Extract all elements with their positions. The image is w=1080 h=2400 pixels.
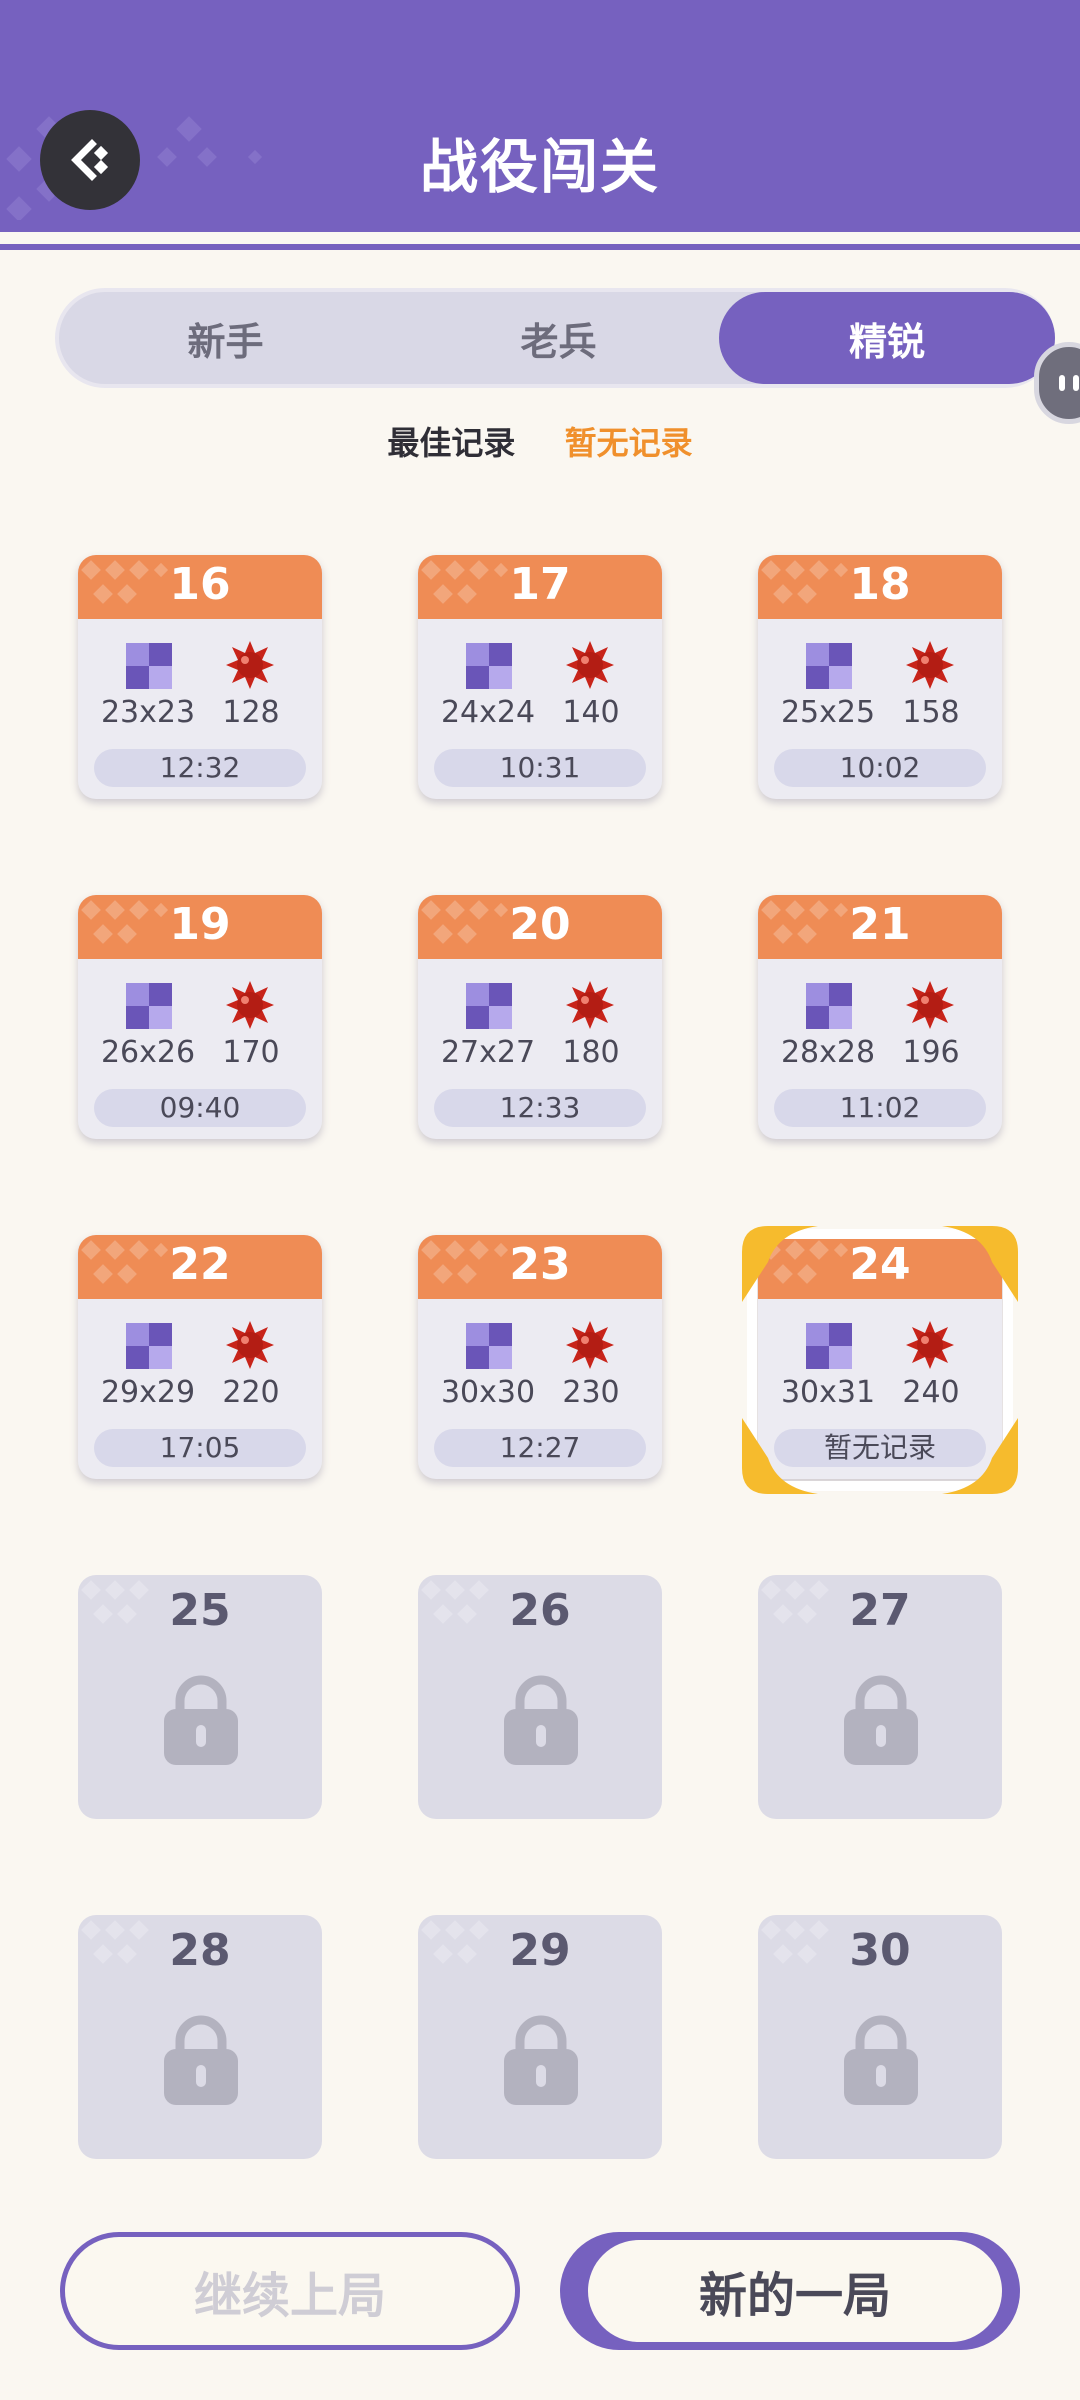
mine-count: 220 xyxy=(222,1375,280,1410)
locked-level-card-27[interactable]: 27 xyxy=(758,1575,1002,1819)
level-card-16[interactable]: 16 23x23 128 12:32 xyxy=(78,555,322,799)
best-time: 10:02 xyxy=(774,749,986,787)
mine-count: 140 xyxy=(562,695,620,730)
level-card-20[interactable]: 20 27x27 180 12:33 xyxy=(418,895,662,1139)
floating-handle[interactable] xyxy=(1034,342,1080,424)
best-record-label: 最佳记录 xyxy=(387,424,516,462)
grid-icon xyxy=(466,1323,512,1369)
mine-icon xyxy=(566,641,614,689)
level-card-17[interactable]: 17 24x24 140 10:31 xyxy=(418,555,662,799)
mine-icon xyxy=(906,981,954,1029)
level-number: 26 xyxy=(509,1585,571,1636)
lock-icon xyxy=(504,2015,578,2105)
best-time: 17:05 xyxy=(94,1429,306,1467)
lock-icon xyxy=(504,1675,578,1765)
locked-level-card-28[interactable]: 28 xyxy=(78,1915,322,2159)
mine-count: 180 xyxy=(562,1035,620,1070)
lock-icon xyxy=(844,1675,918,1765)
level-number: 23 xyxy=(509,1239,571,1290)
level-number: 19 xyxy=(169,899,231,950)
level-card-23[interactable]: 23 30x30 230 12:27 xyxy=(418,1235,662,1479)
best-time: 11:02 xyxy=(774,1089,986,1127)
header-bar: 战役闯关 xyxy=(0,0,1080,232)
best-time: 12:32 xyxy=(94,749,306,787)
level-number: 18 xyxy=(849,559,911,610)
locked-level-card-26[interactable]: 26 xyxy=(418,1575,662,1819)
board-size: 24x24 xyxy=(440,695,536,730)
board-size: 29x29 xyxy=(100,1375,196,1410)
best-record: 最佳记录 暂无记录 xyxy=(0,418,1080,464)
new-game-label: 新的一局 xyxy=(588,2240,1002,2342)
mine-icon xyxy=(566,1321,614,1369)
tab-novice[interactable]: 新手 xyxy=(59,292,392,384)
difficulty-tabs: 新手 老兵 精锐 xyxy=(55,288,1055,388)
level-number: 25 xyxy=(169,1585,231,1636)
board-size: 26x26 xyxy=(100,1035,196,1070)
level-number: 21 xyxy=(849,899,911,950)
level-number: 29 xyxy=(509,1925,571,1976)
board-size: 30x30 xyxy=(440,1375,536,1410)
locked-level-card-29[interactable]: 29 xyxy=(418,1915,662,2159)
grid-icon xyxy=(466,983,512,1029)
continue-game-button[interactable]: 继续上局 xyxy=(60,2232,520,2350)
level-number: 30 xyxy=(849,1925,911,1976)
board-size: 28x28 xyxy=(780,1035,876,1070)
mine-icon xyxy=(566,981,614,1029)
level-card-18[interactable]: 18 25x25 158 10:02 xyxy=(758,555,1002,799)
board-size: 25x25 xyxy=(780,695,876,730)
locked-level-card-25[interactable]: 25 xyxy=(78,1575,322,1819)
best-time: 12:27 xyxy=(434,1429,646,1467)
mine-icon xyxy=(226,641,274,689)
mine-icon xyxy=(906,641,954,689)
level-card-19[interactable]: 19 26x26 170 09:40 xyxy=(78,895,322,1139)
level-card-21[interactable]: 21 28x28 196 11:02 xyxy=(758,895,1002,1139)
mine-icon xyxy=(226,1321,274,1369)
mine-count: 196 xyxy=(902,1035,960,1070)
grid-icon xyxy=(806,983,852,1029)
page-title: 战役闯关 xyxy=(419,133,660,201)
level-card-22[interactable]: 22 29x29 220 17:05 xyxy=(78,1235,322,1479)
mine-count: 158 xyxy=(902,695,960,730)
new-game-button[interactable]: 新的一局 xyxy=(560,2232,1020,2350)
level-number: 22 xyxy=(169,1239,231,1290)
level-number: 16 xyxy=(169,559,231,610)
grid-icon xyxy=(806,643,852,689)
best-time: 10:31 xyxy=(434,749,646,787)
level-number: 27 xyxy=(849,1585,911,1636)
level-number: 20 xyxy=(509,899,571,950)
lock-icon xyxy=(844,2015,918,2105)
lock-icon xyxy=(164,1675,238,1765)
board-size: 27x27 xyxy=(440,1035,536,1070)
level-number: 28 xyxy=(169,1925,231,1976)
grid-icon xyxy=(126,1323,172,1369)
mine-icon xyxy=(226,981,274,1029)
selected-level-frame xyxy=(742,1226,1018,1494)
grid-icon xyxy=(126,643,172,689)
tab-elite[interactable]: 精锐 xyxy=(719,292,1055,384)
lock-icon xyxy=(164,2015,238,2105)
board-size: 23x23 xyxy=(100,695,196,730)
best-time: 09:40 xyxy=(94,1089,306,1127)
mine-count: 230 xyxy=(562,1375,620,1410)
best-time: 12:33 xyxy=(434,1089,646,1127)
grid-icon xyxy=(466,643,512,689)
level-number: 17 xyxy=(509,559,571,610)
mine-count: 128 xyxy=(222,695,280,730)
header-underline xyxy=(0,244,1080,250)
best-record-value: 暂无记录 xyxy=(564,424,693,462)
locked-level-card-30[interactable]: 30 xyxy=(758,1915,1002,2159)
tab-veteran[interactable]: 老兵 xyxy=(392,292,725,384)
grid-icon xyxy=(126,983,172,1029)
mine-count: 170 xyxy=(222,1035,280,1070)
